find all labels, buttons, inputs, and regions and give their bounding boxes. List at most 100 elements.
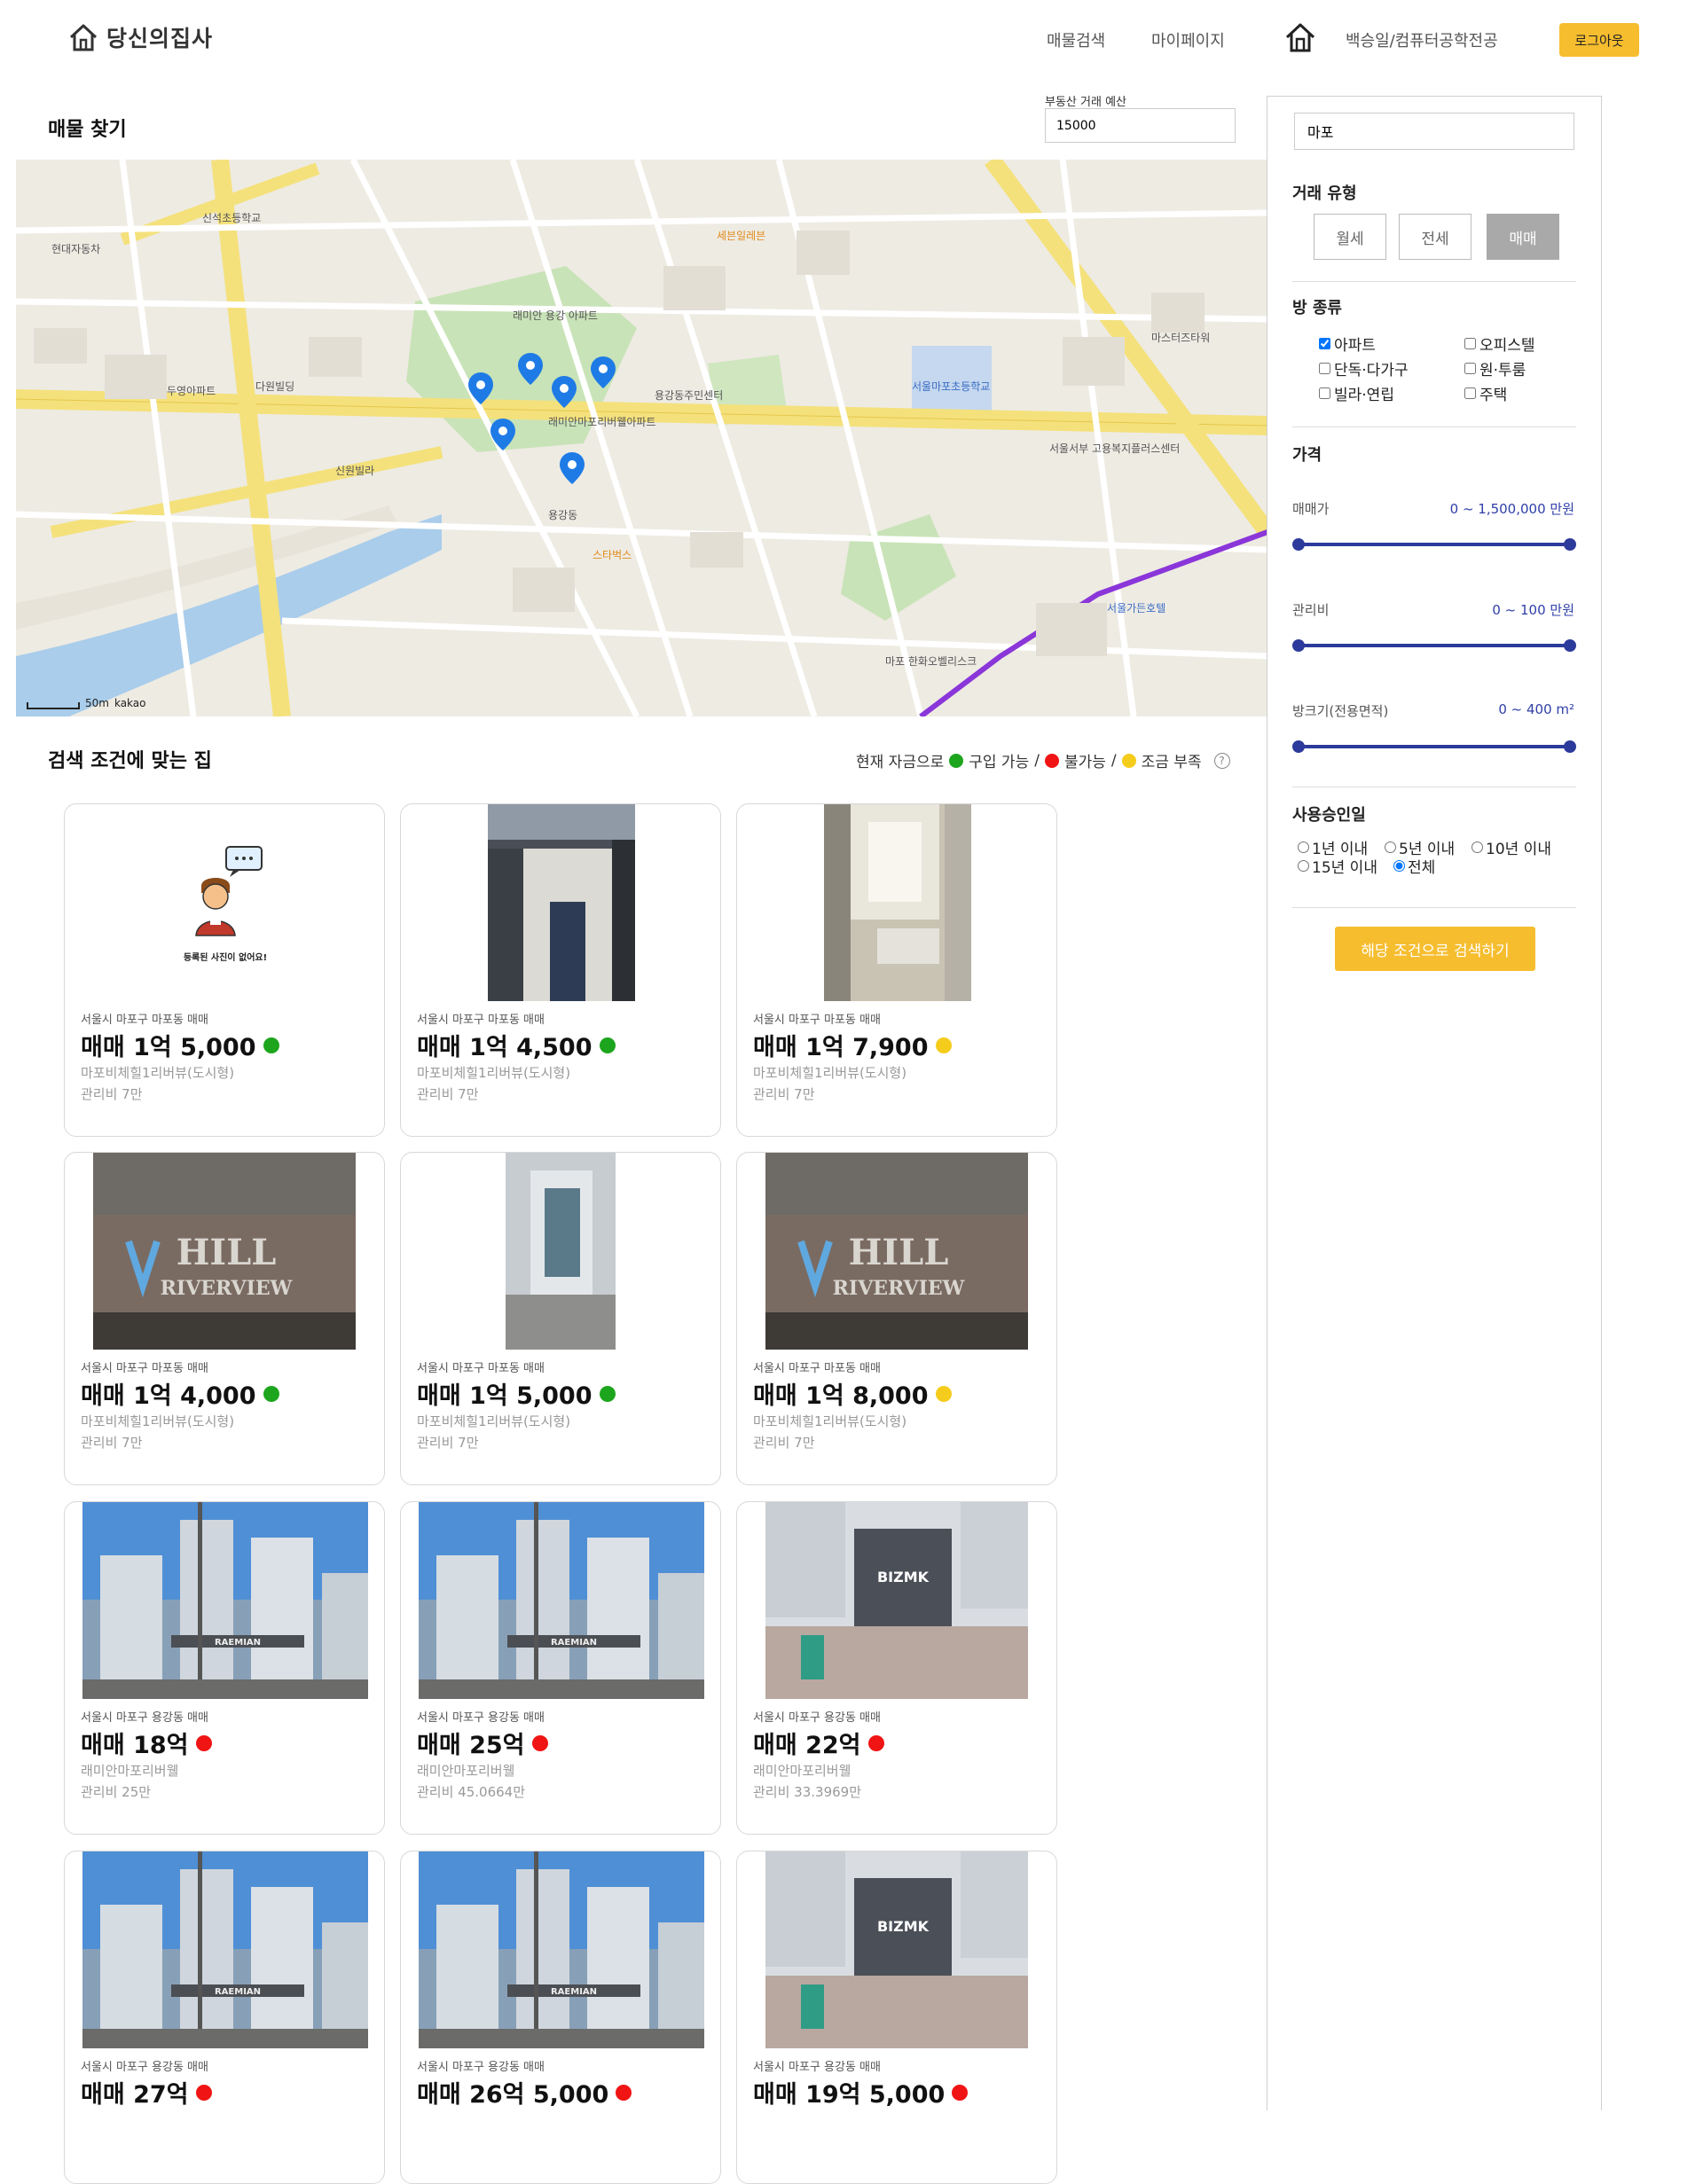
budget-label: 부동산 거래 예산	[1045, 96, 1126, 109]
map-label: 다원빌딩	[255, 380, 294, 393]
nav-property-search[interactable]: 매물검색	[1047, 28, 1105, 51]
listing-price-text: 매매 1억 5,000	[417, 1382, 593, 1410]
home-icon[interactable]	[1284, 21, 1316, 53]
affordability-status-dot	[616, 2084, 632, 2101]
area-range: 0 ~ 400 m²	[1498, 701, 1574, 717]
budget-input[interactable]	[1045, 108, 1236, 143]
approval-all[interactable]: 전체	[1393, 855, 1435, 877]
slider-min-handle[interactable]	[1292, 740, 1305, 753]
approval-5y-radio[interactable]	[1385, 842, 1396, 853]
nav-mypage[interactable]: 마이페이지	[1151, 28, 1225, 51]
map-attribution: kakao	[114, 697, 146, 709]
search-input[interactable]	[1294, 113, 1574, 150]
listing-card[interactable]: HILL RIVERVIEW 서울시 마포구 마포동 매매 매매 1억 8,000 마포…	[736, 1152, 1057, 1485]
approval-date-heading: 사용승인일	[1292, 806, 1366, 825]
slider-min-handle[interactable]	[1292, 538, 1305, 551]
listing-price-text: 매매 1억 5,000	[81, 1034, 256, 1061]
approval-10y-radio[interactable]	[1471, 842, 1483, 853]
listing-card[interactable]: HILL RIVERVIEW 서울시 마포구 마포동 매매 매매 1억 4,000 마포…	[64, 1152, 385, 1485]
house-checkbox[interactable]	[1464, 387, 1476, 399]
oneroom-checkbox[interactable]	[1464, 363, 1476, 374]
listing-building-name: 마포비체힐1리버뷰(도시형)	[81, 1413, 235, 1429]
slider-max-handle[interactable]	[1564, 639, 1576, 652]
listing-card[interactable]: RAEMIAN 서울시 마포구 용강동 매매 매매 26억 5,000	[400, 1851, 721, 2184]
listing-building-name: 래미안마포리버웰	[753, 1763, 852, 1779]
area-slider[interactable]	[1292, 740, 1576, 753]
house-logo-icon	[69, 24, 98, 51]
listing-card[interactable]: 등록된 사진이 없어요! 서울시 마포구 마포동 매매 매매 1억 5,000 마포비…	[64, 803, 385, 1137]
listing-price-text: 매매 19억 5,000	[753, 2081, 946, 2109]
deal-sale-button[interactable]: 매매	[1487, 214, 1559, 260]
detached-label: 단독·다가구	[1334, 362, 1409, 380]
listing-building-name: 래미안마포리버웰	[417, 1763, 515, 1779]
legend-short: 조금 부족	[1141, 754, 1202, 771]
listing-price: 매매 1억 7,900	[753, 1028, 952, 1062]
map-canvas[interactable]: 래미안마포리버웰아파트 신석초등학교 용강동 서울마포초등학교 래미안 용강 아…	[16, 160, 1267, 716]
room-type-officetel[interactable]: 오피스텔	[1464, 333, 1535, 355]
oneroom-label: 원·투룸	[1479, 362, 1526, 380]
listing-photo: HILL RIVERVIEW	[765, 1153, 1028, 1350]
deal-monthly-rent-button[interactable]: 월세	[1314, 214, 1386, 260]
room-type-villa[interactable]: 빌라·연립	[1319, 382, 1394, 404]
listing-price: 매매 19억 5,000	[753, 2075, 969, 2110]
listing-card[interactable]: BIZMK 서울시 마포구 용강동 매매 매매 19억 5,000	[736, 1851, 1057, 2184]
approval-1y-radio[interactable]	[1298, 842, 1309, 853]
listing-card[interactable]: 서울시 마포구 마포동 매매 매매 1억 5,000 마포비체힐1리버뷰(도시형) 관…	[400, 1152, 721, 1485]
room-type-house[interactable]: 주택	[1464, 382, 1507, 404]
villa-checkbox[interactable]	[1319, 387, 1330, 399]
listing-card[interactable]: 서울시 마포구 마포동 매매 매매 1억 4,500 마포비체힐1리버뷰(도시형) 관…	[400, 803, 721, 1137]
listing-maintenance-fee: 관리비 7만	[753, 1086, 815, 1102]
slider-max-handle[interactable]	[1564, 538, 1576, 551]
map-label: 세븐일레븐	[717, 230, 765, 242]
slider-min-handle[interactable]	[1292, 639, 1305, 652]
results-title: 검색 조건에 맞는 집	[48, 750, 212, 772]
approval-15y-radio[interactable]	[1298, 860, 1309, 872]
detached-checkbox[interactable]	[1319, 363, 1330, 374]
user-name[interactable]: 백승일/컴퓨터공학전공	[1346, 28, 1498, 51]
map-label: 래미안마포리버웰아파트	[548, 416, 655, 428]
help-icon[interactable]: ?	[1213, 752, 1230, 769]
approval-all-radio[interactable]	[1393, 860, 1405, 872]
logo-text: 당신의집사	[106, 26, 214, 51]
no-photo-text: 등록된 사진이 없어요!	[184, 951, 267, 963]
house-label: 주택	[1479, 387, 1508, 404]
listing-card[interactable]: RAEMIAN 서울시 마포구 용강동 매매 매매 27억	[64, 1851, 385, 2184]
map-label: 서울가든호텔	[1107, 602, 1165, 614]
affordability-status-dot	[599, 1385, 616, 1402]
room-type-oneroom[interactable]: 원·투룸	[1464, 357, 1526, 380]
sale-price-label: 매매가	[1292, 501, 1330, 517]
affordability-status-dot	[935, 1037, 952, 1053]
logout-button[interactable]: 로그아웃	[1559, 23, 1639, 57]
listing-card[interactable]: 서울시 마포구 마포동 매매 매매 1억 7,900 마포비체힐1리버뷰(도시형) 관…	[736, 803, 1057, 1137]
listing-card[interactable]: BIZMK 서울시 마포구 용강동 매매 매매 22억 래미안마포리버웰 관리비 33.…	[736, 1501, 1057, 1835]
room-type-detached[interactable]: 단독·다가구	[1319, 357, 1409, 380]
sale-price-slider[interactable]	[1292, 538, 1576, 551]
listing-price: 매매 1억 4,000	[81, 1376, 279, 1411]
officetel-checkbox[interactable]	[1464, 338, 1476, 349]
slider-max-handle[interactable]	[1564, 740, 1576, 753]
search-submit-button[interactable]: 해당 조건으로 검색하기	[1335, 927, 1535, 971]
deal-jeonse-button[interactable]: 전세	[1399, 214, 1471, 260]
listing-building-name: 마포비체힐1리버뷰(도시형)	[417, 1413, 571, 1429]
apartment-checkbox[interactable]	[1319, 338, 1330, 349]
sign-text: RAEMIAN	[215, 1987, 261, 1997]
listing-photo	[824, 804, 971, 1001]
room-type-apartment[interactable]: 아파트	[1319, 333, 1376, 355]
approval-15y[interactable]: 15년 이내	[1298, 855, 1377, 877]
listing-photo: RAEMIAN	[82, 1502, 368, 1699]
listing-maintenance-fee: 관리비 33.3969만	[753, 1784, 861, 1800]
map[interactable]: 래미안마포리버웰아파트 신석초등학교 용강동 서울마포초등학교 래미안 용강 아…	[16, 160, 1267, 716]
fee-slider[interactable]	[1292, 639, 1576, 652]
listing-address: 서울시 마포구 용강동 매매	[753, 2061, 881, 2074]
sign-text: BIZMK	[877, 1569, 930, 1585]
approval-10y[interactable]: 10년 이내	[1471, 836, 1551, 858]
affordability-status-dot	[952, 2084, 969, 2101]
listing-photo: BIZMK	[765, 1502, 1028, 1699]
listing-address: 서울시 마포구 마포동 매매	[753, 1014, 881, 1027]
sign-text: HILL	[849, 1232, 949, 1273]
listing-card[interactable]: RAEMIAN 서울시 마포구 용강동 매매 매매 25억 래미안마포리버웰 관리비 4…	[400, 1501, 721, 1835]
logo[interactable]: 당신의집사	[67, 21, 213, 53]
divider	[1292, 907, 1576, 908]
affordability-status-dot	[935, 1385, 952, 1402]
listing-card[interactable]: RAEMIAN 서울시 마포구 용강동 매매 매매 18억 래미안마포리버웰 관리비 2…	[64, 1501, 385, 1835]
